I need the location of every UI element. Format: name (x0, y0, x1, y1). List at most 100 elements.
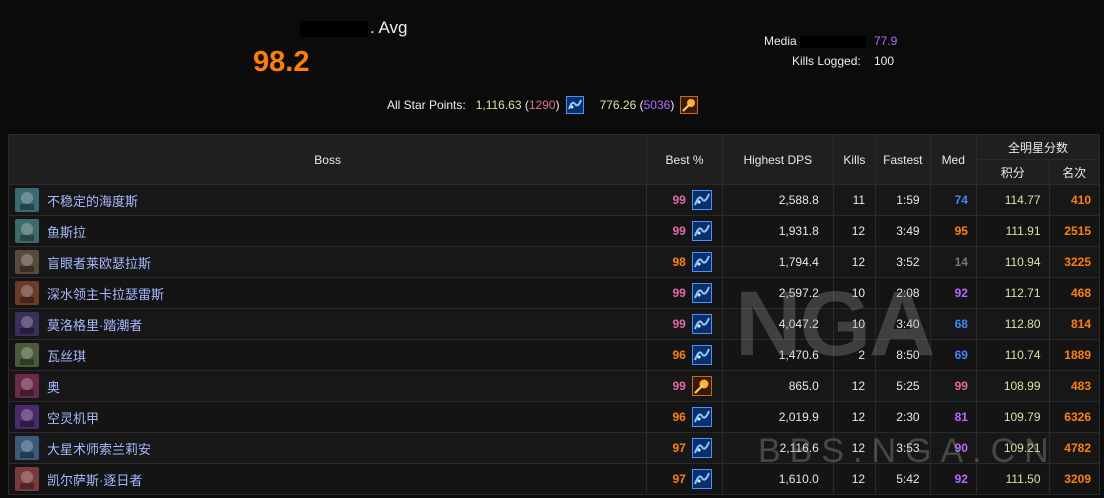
median-label: Media (764, 34, 797, 48)
table-row[interactable]: 深水领主卡拉瑟雷斯 99 2,597.2 10 2:08 92 112.71 468 (7, 277, 1101, 309)
highest-dps-cell: 865.0 (721, 370, 834, 402)
fastest-cell: 5:42 (875, 463, 931, 495)
fastest-cell: 3:53 (875, 432, 931, 464)
best-pct-cell: 99 (646, 215, 723, 247)
best-pct-cell: 96 (646, 401, 723, 433)
score-cell: 108.99 (975, 370, 1050, 402)
med-cell: 92 (929, 277, 977, 309)
best-pct-value: 97 (672, 441, 686, 455)
boss-name-link[interactable]: 深水领主卡拉瑟雷斯 (47, 284, 164, 303)
score-cell: 111.91 (975, 215, 1050, 247)
best-pct-value: 99 (672, 286, 686, 300)
rank-badge-icon (691, 283, 712, 303)
boss-name-link[interactable]: 大星术师索兰莉安 (47, 439, 151, 458)
boss-portrait-icon (15, 219, 39, 243)
boss-cell: 奥 (7, 370, 648, 402)
kills-cell: 2 (832, 339, 877, 371)
best-pct-value: 99 (672, 193, 686, 207)
header-score[interactable]: 积分 (975, 159, 1050, 185)
med-cell: 69 (929, 339, 977, 371)
rank-badge-icon (691, 190, 712, 210)
kills-cell: 12 (832, 215, 877, 247)
kills-cell: 10 (832, 308, 877, 340)
boss-name-link[interactable]: 盲眼者莱欧瑟拉斯 (47, 253, 151, 272)
boss-cell: 大星术师索兰莉安 (7, 432, 648, 464)
boss-cell: 深水领主卡拉瑟雷斯 (7, 277, 648, 309)
best-pct-cell: 97 (646, 463, 723, 495)
boss-portrait-icon (15, 250, 39, 274)
boss-table: Boss Best % Highest DPS Kills Fastest Me… (7, 134, 1101, 495)
all-star-points: All Star Points: 1,116.63 (1290) 776.26 … (387, 96, 704, 114)
all-star-points-1: 1,116.63 (475, 98, 522, 112)
table-row[interactable]: 大星术师索兰莉安 97 2,116.6 12 3:53 90 109.21 4782 (7, 432, 1101, 464)
avg-value: 98.2 (253, 46, 310, 78)
table-row[interactable]: 奥 99 865.0 12 5:25 99 108.99 483 (7, 370, 1101, 402)
median-stat: Media 77.9 (764, 34, 904, 50)
table-row[interactable]: 瓦丝琪 96 1,470.6 2 8:50 69 110.74 1889 (7, 339, 1101, 371)
best-pct-cell: 98 (646, 246, 723, 278)
table-row[interactable]: 不稳定的海度斯 99 2,588.8 11 1:59 74 114.77 410 (7, 184, 1101, 216)
all-star-label: All Star Points: (387, 98, 466, 112)
all-star-rank-1: 1290 (528, 98, 556, 112)
best-pct-value: 98 (672, 255, 686, 269)
med-cell: 81 (929, 401, 977, 433)
boss-name-link[interactable]: 奥 (47, 377, 60, 396)
boss-name-link[interactable]: 不稳定的海度斯 (47, 191, 138, 210)
best-pct-value: 99 (672, 224, 686, 238)
all-star-rank-2: 5036 (643, 98, 671, 112)
table-row[interactable]: 鱼斯拉 99 1,931.8 12 3:49 95 111.91 2515 (7, 215, 1101, 247)
rank-badge-icon (691, 345, 712, 365)
header-boss[interactable]: Boss (7, 134, 648, 185)
highest-dps-cell: 2,597.2 (721, 277, 834, 309)
fastest-cell: 8:50 (875, 339, 931, 371)
boss-name-link[interactable]: 空灵机甲 (47, 408, 99, 427)
boss-cell: 不稳定的海度斯 (7, 184, 648, 216)
table-row[interactable]: 盲眼者莱欧瑟拉斯 98 1,794.4 12 3:52 14 110.94 3225 (7, 246, 1101, 278)
rank-badge-icon (691, 469, 712, 489)
med-cell: 99 (929, 370, 977, 402)
best-pct-cell: 99 (646, 308, 723, 340)
highest-dps-cell: 2,588.8 (721, 184, 834, 216)
best-pct-value: 96 (672, 410, 686, 424)
boss-portrait-icon (15, 436, 39, 460)
header-fastest[interactable]: Fastest (875, 134, 931, 185)
best-pct-value: 99 (672, 379, 686, 393)
boss-portrait-icon (15, 281, 39, 305)
med-cell: 14 (929, 246, 977, 278)
fastest-cell: 3:40 (875, 308, 931, 340)
best-pct-value: 99 (672, 317, 686, 331)
rank-cell: 3225 (1048, 246, 1101, 278)
rank-cell: 2515 (1048, 215, 1101, 247)
highest-dps-cell: 1,610.0 (721, 463, 834, 495)
fastest-cell: 2:08 (875, 277, 931, 309)
rank-cell: 483 (1048, 370, 1101, 402)
best-pct-cell: 96 (646, 339, 723, 371)
boss-portrait-icon (15, 343, 39, 367)
best-pct-value: 96 (672, 348, 686, 362)
fastest-cell: 5:25 (875, 370, 931, 402)
boss-name-link[interactable]: 凯尔萨斯·逐日者 (47, 470, 142, 489)
rank-badge-icon (691, 252, 712, 272)
boss-cell: 瓦丝琪 (7, 339, 648, 371)
table-row[interactable]: 凯尔萨斯·逐日者 97 1,610.0 12 5:42 92 111.50 3209 (7, 463, 1101, 495)
header-med[interactable]: Med (929, 134, 977, 185)
header-rank[interactable]: 名次 (1048, 159, 1101, 185)
header-highest-dps[interactable]: Highest DPS (721, 134, 834, 185)
table-row[interactable]: 空灵机甲 96 2,019.9 12 2:30 81 109.79 6326 (7, 401, 1101, 433)
kills-cell: 12 (832, 463, 877, 495)
rank-badge-icon (691, 314, 712, 334)
kills-cell: 12 (832, 246, 877, 278)
fastest-cell: 3:52 (875, 246, 931, 278)
header-best-pct[interactable]: Best % (646, 134, 723, 185)
kills-stat: Kills Logged: 100 (792, 54, 932, 70)
redacted-blot (800, 35, 867, 48)
med-cell: 74 (929, 184, 977, 216)
highest-dps-cell: 1,470.6 (721, 339, 834, 371)
table-row[interactable]: 莫洛格里·踏潮者 99 4,047.2 10 3:40 68 112.80 814 (7, 308, 1101, 340)
fastest-cell: 3:49 (875, 215, 931, 247)
header-kills[interactable]: Kills (832, 134, 877, 185)
boss-name-link[interactable]: 瓦丝琪 (47, 346, 86, 365)
median-value: 77.9 (874, 34, 898, 48)
boss-name-link[interactable]: 鱼斯拉 (47, 222, 86, 241)
boss-name-link[interactable]: 莫洛格里·踏潮者 (47, 315, 142, 334)
